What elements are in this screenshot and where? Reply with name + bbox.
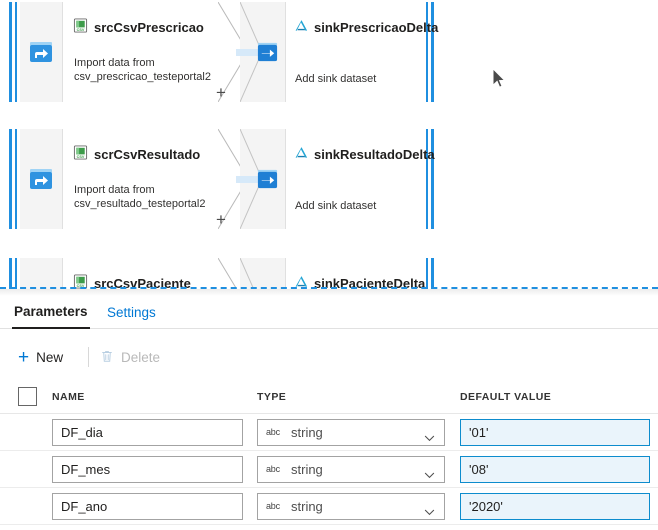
parameter-default-value-input[interactable]	[460, 419, 650, 446]
card-left-rail	[8, 2, 20, 102]
parameter-name-input[interactable]	[52, 493, 243, 520]
source-block[interactable]: CSV srcCsvPaciente	[63, 258, 218, 289]
table-row[interactable]: abc string	[0, 488, 658, 525]
sink-node-icon[interactable]	[256, 168, 279, 191]
abc-icon: abc	[266, 464, 280, 474]
source-title: CSV scrCsvResultado	[73, 145, 200, 163]
sink-description: Add sink dataset	[295, 200, 377, 212]
card-left-rail	[8, 258, 20, 289]
column-header-default-value: DEFAULT VALUE	[460, 391, 552, 403]
card-left-rail	[8, 129, 20, 229]
svg-text:CSV: CSV	[77, 155, 85, 159]
source-node-icon[interactable]	[28, 166, 54, 192]
table-row[interactable]: abc string	[0, 451, 658, 488]
source-description: Import data from csv_prescricao_testepor…	[74, 57, 211, 83]
abc-icon: abc	[266, 427, 280, 437]
table-row[interactable]: abc string	[0, 414, 658, 451]
sink-name: sinkPrescricaoDelta	[314, 19, 439, 35]
parameter-name-input[interactable]	[52, 456, 243, 483]
svg-text:CSV: CSV	[77, 28, 85, 32]
sink-description: Add sink dataset	[295, 73, 377, 85]
sink-node-icon[interactable]	[256, 41, 279, 64]
source-node-gutter[interactable]	[20, 258, 63, 289]
source-node-gutter[interactable]	[20, 129, 63, 229]
panel-divider-shadow	[0, 289, 658, 296]
card-right-rail	[423, 2, 435, 102]
source-node-gutter[interactable]	[20, 2, 63, 102]
parameter-default-value-input[interactable]	[460, 456, 650, 483]
parameter-type-value: string	[291, 462, 323, 477]
grid-header-row: NAME TYPE DEFAULT VALUE	[0, 384, 658, 414]
column-header-name: NAME	[52, 391, 85, 403]
card-right-rail	[423, 129, 435, 229]
sink-block[interactable]: sinkPacienteDelta	[285, 258, 425, 289]
add-transformation-button[interactable]: +	[216, 211, 226, 228]
source-block[interactable]: CSV srcCsvPrescricao Import data from cs…	[63, 2, 218, 102]
parameter-default-value-input[interactable]	[460, 493, 650, 520]
source-title: CSV srcCsvPrescricao	[73, 18, 204, 36]
command-bar: + New Delete	[0, 340, 658, 374]
new-parameter-button[interactable]: + New	[18, 340, 63, 374]
parameter-type-value: string	[291, 425, 323, 440]
parameter-type-value: string	[291, 499, 323, 514]
sink-name: sinkResultadoDelta	[314, 146, 435, 162]
properties-panel: Parameters Settings + New Delete NAME TY…	[0, 296, 658, 530]
flow-card[interactable]: CSV scrCsvResultado Import data from csv…	[8, 129, 435, 229]
trash-icon	[100, 349, 114, 366]
abc-icon: abc	[266, 501, 280, 511]
parameter-type-select[interactable]: abc string	[257, 419, 445, 446]
chevron-down-icon	[424, 503, 435, 516]
parameter-name-input[interactable]	[52, 419, 243, 446]
csv-file-icon: CSV	[73, 145, 88, 163]
source-description: Import data from csv_resultado_testeport…	[74, 184, 206, 210]
source-name: scrCsvResultado	[94, 146, 201, 162]
sink-block[interactable]: sinkResultadoDelta Add sink dataset	[285, 129, 435, 229]
data-flow-canvas[interactable]: CSV srcCsvPrescricao Import data from cs…	[0, 0, 658, 289]
sink-block[interactable]: sinkPrescricaoDelta Add sink dataset	[285, 2, 438, 102]
panel-tabs: Parameters Settings	[0, 296, 658, 329]
column-header-type: TYPE	[257, 391, 287, 403]
tab-settings[interactable]: Settings	[105, 296, 158, 329]
command-separator	[88, 347, 89, 367]
parameter-type-select[interactable]: abc string	[257, 493, 445, 520]
chevron-down-icon	[424, 466, 435, 479]
stream-connector	[236, 176, 258, 183]
add-transformation-button[interactable]: +	[216, 84, 226, 101]
tab-parameters[interactable]: Parameters	[12, 296, 90, 329]
delete-parameter-label: Delete	[121, 349, 161, 365]
delta-lake-icon	[294, 145, 309, 163]
delete-parameter-button[interactable]: Delete	[100, 340, 160, 374]
flow-card[interactable]: CSV srcCsvPaciente sinkPacienteDelta	[8, 258, 435, 289]
parameters-grid: NAME TYPE DEFAULT VALUE abc string abc s…	[0, 384, 658, 525]
delta-lake-icon	[294, 18, 309, 36]
source-name: srcCsvPrescricao	[94, 19, 204, 35]
source-block[interactable]: CSV scrCsvResultado Import data from csv…	[63, 129, 218, 229]
sink-chevron-outline	[240, 258, 274, 289]
new-parameter-label: New	[36, 349, 64, 365]
parameter-type-select[interactable]: abc string	[257, 456, 445, 483]
checkbox-unchecked-icon[interactable]	[18, 387, 37, 406]
sink-title: sinkResultadoDelta	[294, 145, 435, 163]
source-node-icon[interactable]	[28, 39, 54, 65]
sink-title: sinkPrescricaoDelta	[294, 18, 438, 36]
stream-connector	[236, 49, 258, 56]
chevron-down-icon	[424, 429, 435, 442]
csv-file-icon: CSV	[73, 18, 88, 36]
flow-card[interactable]: CSV srcCsvPrescricao Import data from cs…	[8, 2, 438, 102]
plus-icon: +	[18, 346, 30, 368]
